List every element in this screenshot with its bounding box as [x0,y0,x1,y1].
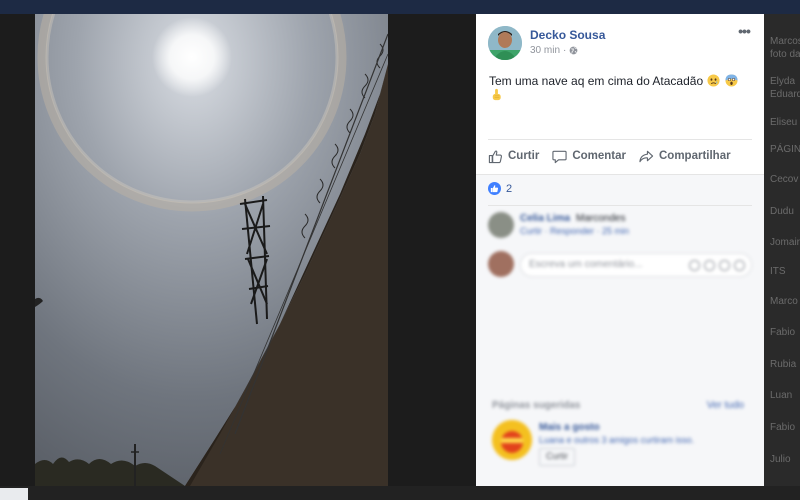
commenter-avatar[interactable] [488,212,514,238]
comment-input-icons [689,260,745,271]
post-photo[interactable] [35,14,388,486]
post-header: Decko Sousa 30 min · ••• [488,24,754,62]
author-name[interactable]: Decko Sousa [530,28,605,42]
viewer-avatar [488,251,514,277]
suggested-page-like-button[interactable]: Curtir [539,448,575,466]
screaming-face-emoji-icon [725,74,738,87]
globe-icon[interactable] [569,46,578,55]
reactions-summary[interactable]: 2 [488,182,512,195]
like-reaction-icon [488,182,501,195]
comment-input[interactable]: Escreva um comentário... [520,253,752,277]
background-sidebar-item: Eduard [770,89,800,100]
share-arrow-icon [639,150,654,162]
background-sidebar-item: Marco [770,296,798,307]
comment-text: Marcondes [576,213,626,224]
background-bottom-left [0,488,28,500]
suggested-page-logo-image [492,420,532,460]
post-actions: Curtir Comentar Compartilhar [488,146,752,166]
post-time[interactable]: 30 min [530,45,560,56]
sky-halo-photo [35,14,388,486]
share-button-label: Compartilhar [659,150,731,162]
background-sidebar-item: Elyda [770,76,796,87]
suggested-page-friends: Luana e outros 3 amigos curtiram isso. [539,435,695,445]
comment-actions[interactable]: Curtir · Responder · 25 min [520,226,629,236]
background-sidebar-item: Marcos [770,36,800,47]
worried-face-emoji-icon [707,74,721,87]
like-button[interactable]: Curtir [488,146,539,166]
more-options-button[interactable]: ••• [734,24,754,42]
suggested-page-logo[interactable] [492,420,532,460]
background-sidebar-item: Rubia [770,359,797,370]
sticker-icon[interactable] [734,260,745,271]
post-meta: 30 min · [530,45,578,56]
background-sidebar-item: foto da [770,49,800,60]
background-sidebar-item: Julio [770,454,791,465]
thumbs-up-small-icon [490,185,499,193]
post-text-content: Tem uma nave aq em cima do Atacadão [489,74,704,88]
background-sidebar-item: ITS [770,266,786,277]
background-topbar [0,0,800,14]
background-sidebar-item: Cecov [770,174,799,185]
comment-bubble-icon [552,150,567,163]
like-button-label: Curtir [508,150,540,162]
suggested-page-name[interactable]: Mais a gosto [539,422,600,433]
comment-input-placeholder: Escreva um comentário... [529,259,643,270]
background-sidebar-item: Luan [770,390,793,401]
actions-divider [488,139,752,140]
comment-button[interactable]: Comentar [552,146,626,166]
comment-item: Celia Lima Marcondes Curtir · Responder … [488,212,752,242]
background-bottom [0,486,800,500]
post-panel: Decko Sousa 30 min · ••• Tem uma nave aq… [476,14,764,486]
camera-icon[interactable] [704,260,715,271]
share-button[interactable]: Compartilhar [639,146,731,166]
post-text: Tem uma nave aq em cima do Atacadão [489,74,754,102]
background-sidebar-item: Jomair [770,237,800,248]
like-count: 2 [506,182,513,195]
comment-author[interactable]: Celia Lima [520,213,570,224]
background-sidebar-item: Fabio [770,422,796,433]
comment-button-label: Comentar [572,150,626,162]
background-sidebar-item: Eliseu [770,117,798,128]
comments-area: 2 Celia Lima Marcondes Curtir · Responde… [476,174,764,486]
suggested-pages: Páginas sugeridas Ver tudo Mais a gosto … [488,400,752,480]
emoji-icon[interactable] [689,260,700,271]
background-sidebar-item: PÁGINA [770,144,800,155]
reactions-divider [488,205,752,206]
thumbs-up-icon [488,150,502,163]
author-avatar[interactable] [488,26,522,60]
pointing-up-hand-emoji-icon [492,88,501,101]
suggested-pages-see-all[interactable]: Ver tudo [707,400,744,411]
reply-composer: Escreva um comentário... [488,251,752,281]
background-sidebar: Marcos foto da Elyda Eduard Eliseu PÁGIN… [764,14,800,500]
background-sidebar-item: Fabio [770,327,796,338]
gif-icon[interactable] [719,260,730,271]
background-sidebar-item: Dudu [770,206,794,217]
suggested-pages-title: Páginas sugeridas [492,400,581,411]
avatar-image [488,26,522,60]
